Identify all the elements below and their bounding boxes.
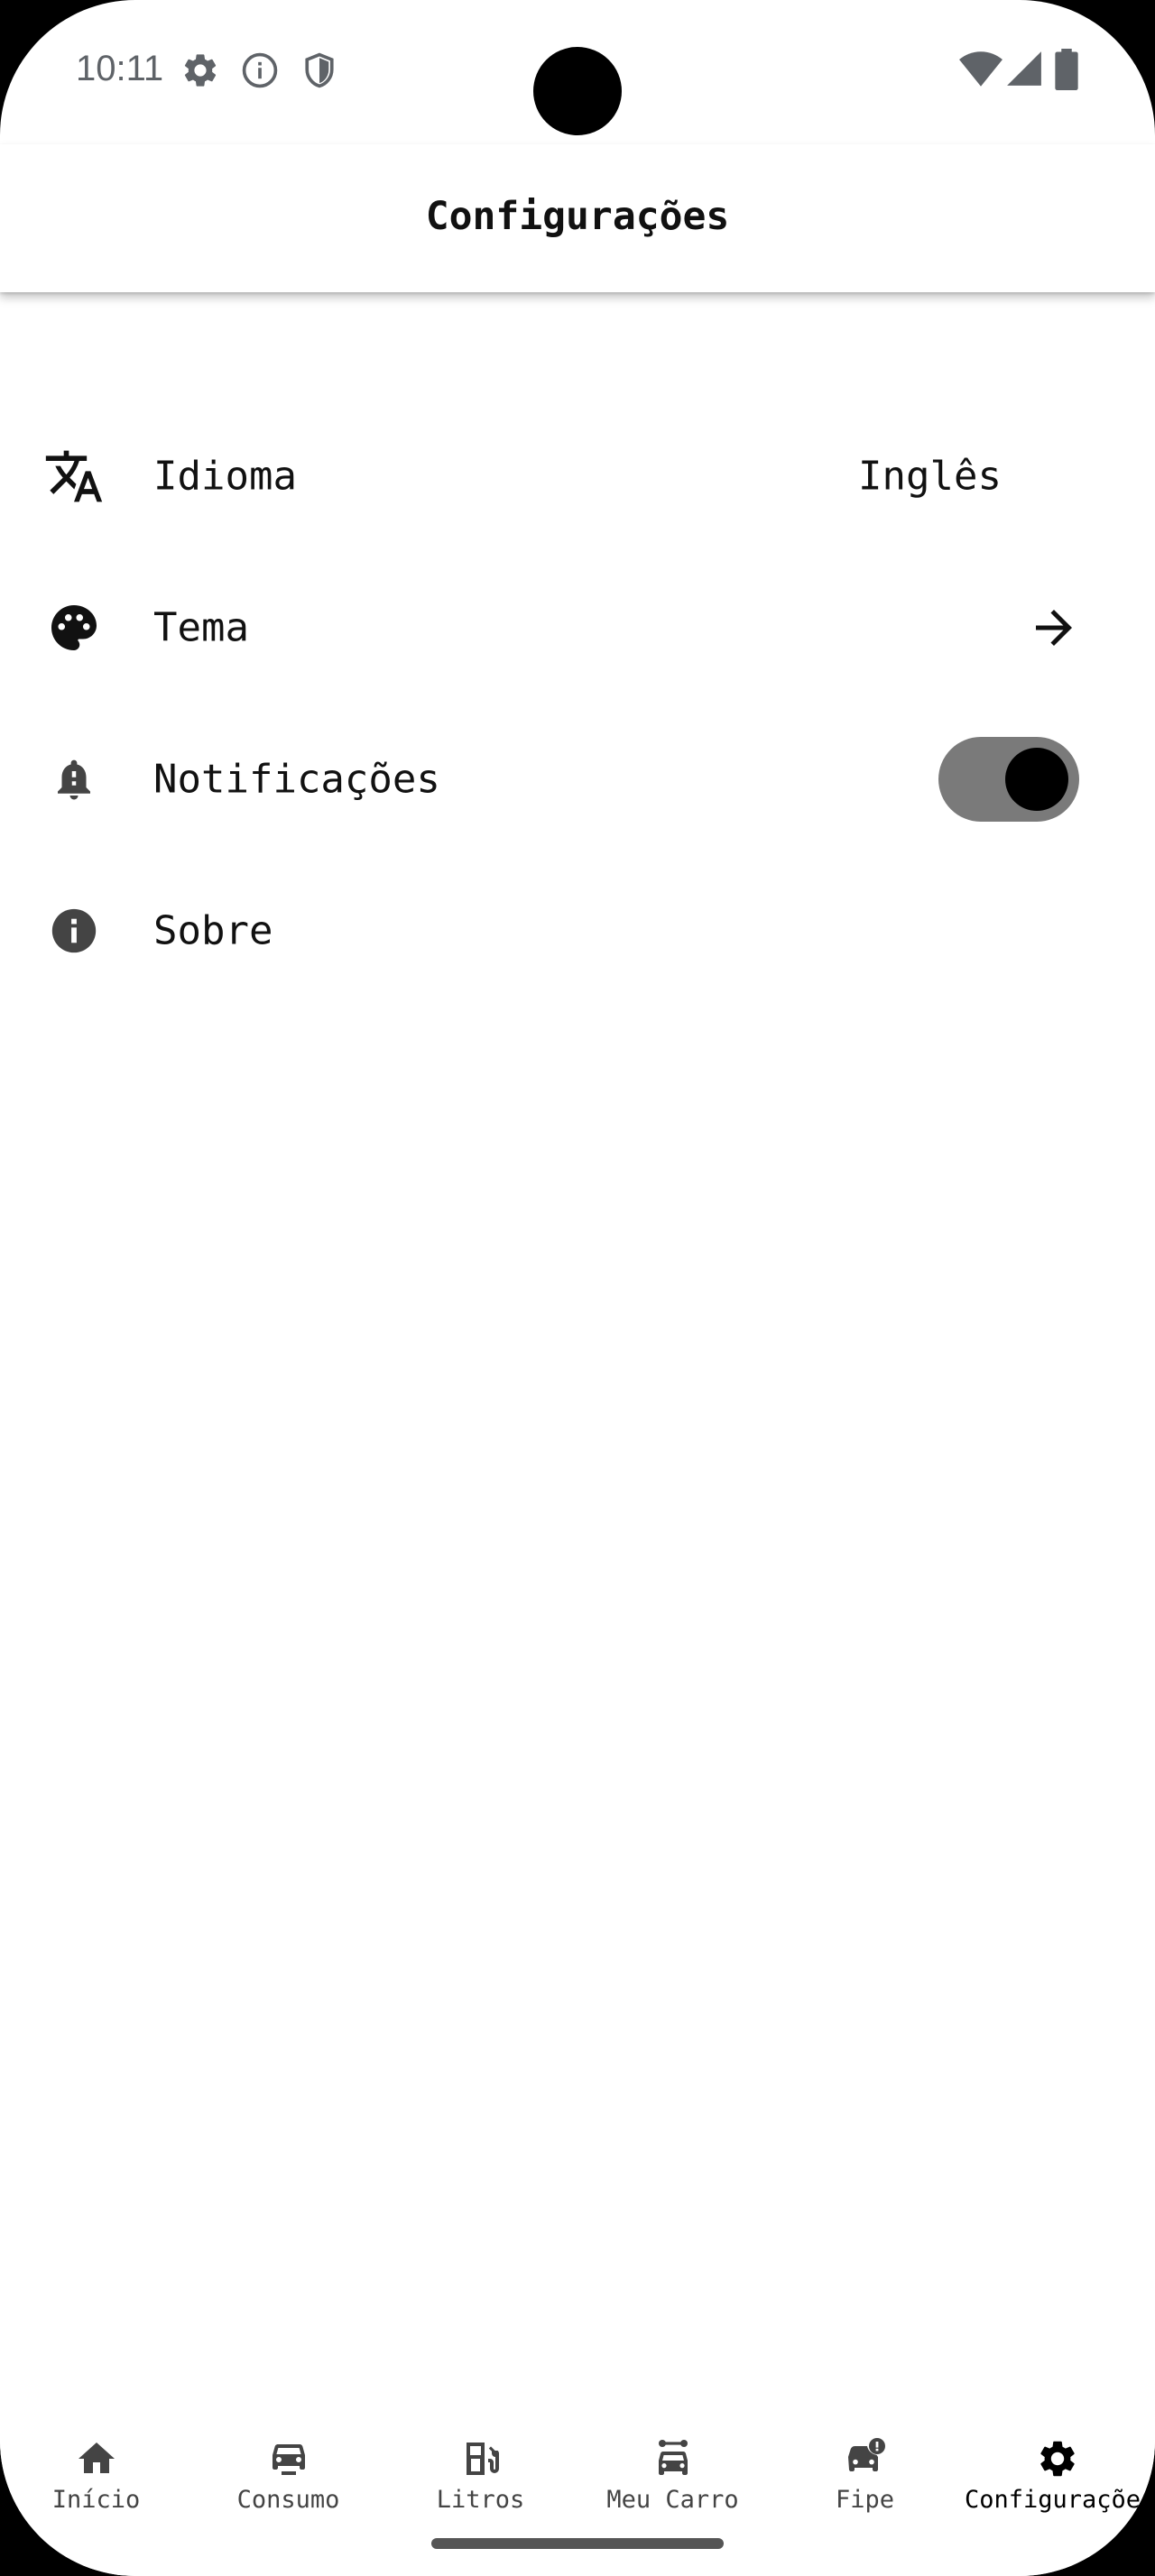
info-outline-icon — [242, 52, 278, 88]
camera-cutout — [533, 47, 622, 135]
theme-label: Tema — [153, 604, 249, 651]
fuel-icon — [466, 2443, 499, 2475]
settings-item-theme[interactable]: Tema — [0, 552, 1155, 704]
settings-item-language[interactable]: Idioma Inglês — [0, 400, 1155, 552]
info-icon — [43, 900, 105, 961]
car-icon — [272, 2444, 305, 2475]
arrow-right-icon[interactable] — [1027, 601, 1081, 655]
page-title: Configurações — [425, 194, 730, 239]
language-value: Inglês — [858, 453, 1002, 500]
translate-icon — [43, 446, 105, 507]
nav-item-inicio[interactable]: Início — [0, 2426, 192, 2535]
bottom-navigation: Início Consumo Litros Meu Carro Fipe Con… — [0, 2426, 1155, 2576]
bell-icon — [43, 749, 105, 810]
nav-label: Litros — [436, 2486, 525, 2514]
nav-label: Início — [51, 2486, 141, 2514]
gear-icon — [184, 54, 217, 87]
about-label: Sobre — [153, 907, 273, 954]
language-label: Idioma — [153, 453, 297, 500]
wifi-icon — [959, 51, 1003, 87]
notifications-toggle[interactable] — [938, 737, 1079, 822]
nav-item-fipe[interactable]: Fipe — [769, 2426, 961, 2535]
nav-item-meu-carro[interactable]: Meu Carro — [577, 2426, 769, 2535]
nav-label: Fipe — [835, 2486, 895, 2514]
nav-label: Consumo — [236, 2486, 340, 2514]
nav-item-configuracoes[interactable]: Configurações — [961, 2426, 1155, 2535]
status-bar: 10:11 — [0, 0, 1155, 144]
car-route-icon — [658, 2440, 688, 2475]
app-screen: 10:11 Configurações Idioma Inglês Tema N… — [0, 0, 1155, 2576]
car-alert-icon — [847, 2438, 885, 2471]
home-icon — [78, 2443, 115, 2473]
nav-item-litros[interactable]: Litros — [384, 2426, 577, 2535]
signal-icon — [1007, 51, 1041, 86]
palette-icon — [43, 597, 105, 658]
nav-item-consumo[interactable]: Consumo — [192, 2426, 384, 2535]
notifications-label: Notificações — [153, 756, 440, 803]
home-indicator[interactable] — [431, 2538, 724, 2549]
gear-icon — [1040, 2441, 1075, 2477]
app-bar: Configurações — [0, 144, 1155, 292]
nav-label: Configurações — [965, 2486, 1155, 2514]
toggle-thumb — [1005, 748, 1068, 811]
status-time: 10:11 — [76, 49, 164, 88]
nav-label: Meu Carro — [606, 2486, 739, 2514]
settings-item-notifications[interactable]: Notificações — [0, 704, 1155, 855]
settings-item-about[interactable]: Sobre — [0, 855, 1155, 1007]
battery-icon — [1055, 49, 1078, 90]
shield-icon — [305, 52, 334, 88]
